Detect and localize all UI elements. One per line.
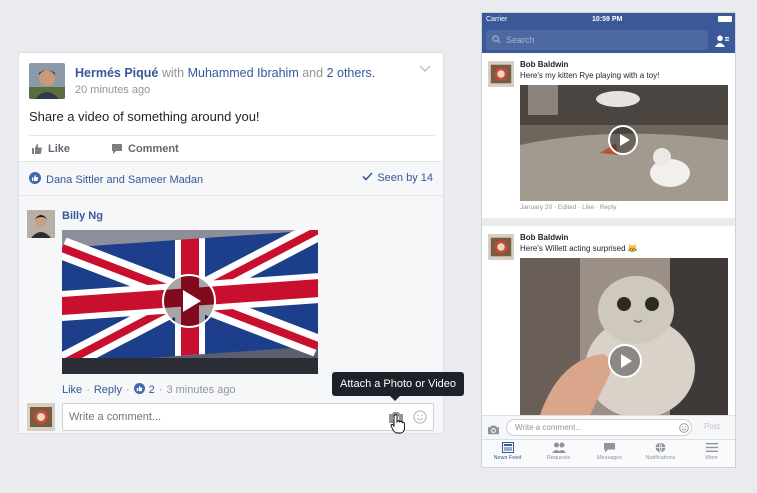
- status-bar: Carrier 10:59 PM: [482, 13, 735, 27]
- play-icon[interactable]: [162, 274, 216, 328]
- tagged-names[interactable]: Dana Sittler and Sameer Madan: [46, 174, 203, 186]
- like-badge-icon: [133, 383, 145, 397]
- feed-separator: [482, 218, 735, 226]
- tagged-summary[interactable]: Dana Sittler and Sameer Madan: [29, 172, 203, 187]
- mobile-post: Bob Baldwin Here's my kitten Rye playing…: [482, 53, 735, 218]
- comment-input[interactable]: [69, 411, 369, 423]
- search-icon: [492, 35, 501, 44]
- friends-icon: [551, 442, 566, 453]
- search-placeholder: Search: [506, 35, 535, 45]
- mobile-post: Bob Baldwin Here's Willett acting surpri…: [482, 226, 735, 415]
- attach-photo-tooltip: Attach a Photo or Video: [332, 372, 464, 401]
- tab-messages[interactable]: Messages: [584, 442, 635, 461]
- friend-requests-icon[interactable]: [715, 34, 729, 52]
- separator-dot: ·: [125, 384, 130, 396]
- mobile-comment-input[interactable]: Write a comment...: [506, 419, 692, 436]
- comment-like-count[interactable]: 2: [149, 384, 155, 396]
- like-badge-icon: [29, 172, 41, 187]
- thumbs-up-icon: [31, 143, 43, 155]
- battery-icon: [718, 16, 732, 22]
- tab-label: Requests: [546, 455, 571, 461]
- post-text: Share a video of something around you!: [29, 109, 260, 124]
- current-user-avatar: [27, 403, 55, 431]
- mobile-app-mockup: Carrier 10:59 PM Search Bob Baldwin Here…: [481, 12, 736, 468]
- carrier-label: Carrier: [486, 16, 508, 23]
- mobile-search-input[interactable]: Search: [486, 30, 708, 50]
- commenter-name-link[interactable]: Billy Ng: [62, 210, 103, 222]
- menu-icon: [705, 443, 718, 452]
- comment-reply-link[interactable]: Reply: [94, 384, 122, 396]
- comment-bubble-icon: [111, 143, 123, 155]
- tab-news-feed[interactable]: News Feed: [482, 442, 533, 461]
- mobile-tab-bar: News Feed Requests Messages Notification…: [482, 439, 735, 467]
- news-feed-icon: [501, 442, 514, 453]
- checkmark-icon: [362, 172, 373, 184]
- post-author-name[interactable]: Bob Baldwin: [520, 60, 568, 69]
- like-button[interactable]: Like: [31, 143, 70, 155]
- status-clock: 10:59 PM: [592, 16, 623, 23]
- play-icon[interactable]: [608, 344, 642, 378]
- tagged-seen-row: Dana Sittler and Sameer Madan Seen by 14: [19, 162, 443, 196]
- mobile-search-bar: Search: [482, 27, 735, 53]
- comment-button[interactable]: Comment: [111, 143, 179, 155]
- post-button[interactable]: Post: [704, 422, 720, 431]
- tab-label: Notifications: [645, 455, 676, 461]
- camera-icon[interactable]: [487, 422, 500, 440]
- chevron-down-icon[interactable]: [419, 65, 433, 77]
- post-author-avatar[interactable]: [488, 234, 514, 260]
- cat-video-thumbnail[interactable]: [520, 258, 728, 415]
- post-text: Here's Willett acting surprised 😹: [520, 244, 638, 253]
- play-icon[interactable]: [608, 125, 638, 155]
- globe-icon: [655, 442, 666, 453]
- comment-video-thumbnail[interactable]: [62, 230, 318, 374]
- comment-label: Comment: [128, 143, 179, 155]
- others-link[interactable]: 2 others.: [327, 66, 376, 80]
- tab-label: More: [705, 455, 718, 461]
- mobile-comment-composer: Write a comment... Post: [482, 415, 735, 440]
- tagged-person-link[interactable]: Muhammed Ibrahim: [188, 66, 299, 80]
- like-label: Like: [48, 143, 71, 155]
- post-text: Here's my kitten Rye playing with a toy!: [520, 71, 660, 80]
- commenter-avatar[interactable]: [27, 210, 55, 238]
- emoji-icon[interactable]: [679, 423, 689, 435]
- comment-like-link[interactable]: Like: [62, 384, 82, 396]
- seen-by[interactable]: Seen by 14: [362, 172, 433, 184]
- tab-label: News Feed: [493, 455, 522, 461]
- author-name-link[interactable]: Hermés Piqué: [75, 66, 158, 80]
- comment-time[interactable]: 3 minutes ago: [166, 384, 235, 396]
- post-meta: January 20 · Edited · Like · Reply: [520, 204, 617, 211]
- comment-meta: Like · Reply · 2 · 3 minutes ago: [62, 383, 236, 397]
- messages-icon: [604, 443, 615, 453]
- mobile-comment-placeholder: Write a comment...: [515, 423, 582, 432]
- post-actions: Like Comment: [29, 135, 435, 161]
- post-header: Hermés Piqué with Muhammed Ibrahim and 2…: [29, 63, 435, 99]
- tab-label: Messages: [596, 455, 623, 461]
- with-text: with: [161, 66, 185, 80]
- tab-requests[interactable]: Requests: [533, 442, 584, 461]
- seen-by-label: Seen by 14: [377, 172, 433, 184]
- author-avatar[interactable]: [29, 63, 65, 99]
- kitten-video-thumbnail[interactable]: [520, 85, 728, 201]
- hand-cursor-icon: [390, 414, 406, 434]
- comment-composer[interactable]: [62, 403, 434, 431]
- post-time[interactable]: 20 minutes ago: [75, 84, 150, 96]
- tab-notifications[interactable]: Notifications: [635, 442, 686, 461]
- post-author-name[interactable]: Bob Baldwin: [520, 233, 568, 242]
- separator-dot: ·: [158, 384, 163, 396]
- emoji-icon[interactable]: [413, 410, 427, 424]
- and-text: and: [302, 66, 324, 80]
- separator-dot: ·: [86, 384, 90, 396]
- tab-more[interactable]: More: [686, 442, 735, 461]
- author-line: Hermés Piqué with Muhammed Ibrahim and 2…: [75, 66, 375, 80]
- post-author-avatar[interactable]: [488, 61, 514, 87]
